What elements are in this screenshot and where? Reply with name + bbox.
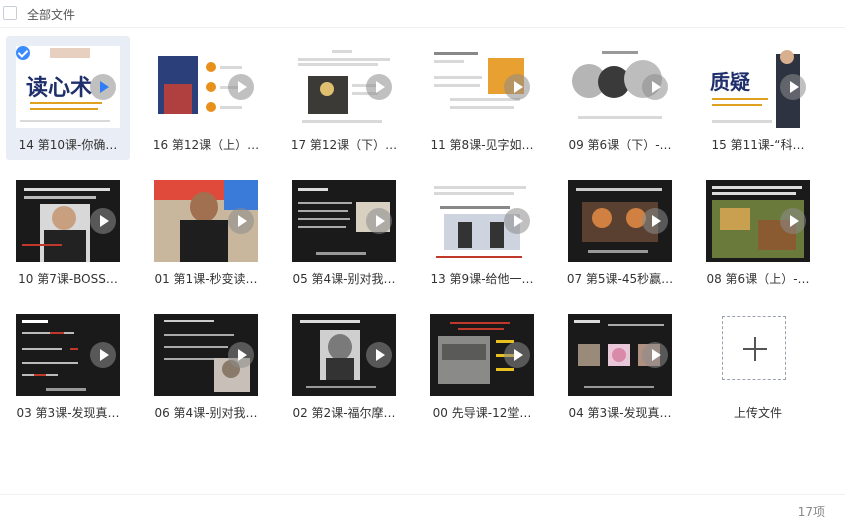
play-icon [90,74,116,100]
thumbnail-title-art: 质疑 [710,70,750,94]
video-file-item[interactable]: 17 第12课（下）… [282,36,406,160]
file-name: 15 第11课-“科… [711,138,805,152]
video-file-item[interactable]: 质疑 15 第11课-“科… [696,36,820,160]
upload-label: 上传文件 [733,406,782,420]
video-thumbnail [292,46,396,128]
video-file-item[interactable]: 11 第8课-见字如… [420,36,544,160]
video-file-item[interactable]: 13 第9课-给他一… [420,170,544,294]
play-icon [228,74,254,100]
status-bar: 17项 [0,494,845,519]
video-thumbnail [430,314,534,396]
play-icon [642,74,668,100]
video-file-item[interactable]: 16 第12课（上）… [144,36,268,160]
play-icon [780,208,806,234]
thumbnail-title-art: 读心术 [26,75,93,101]
video-thumbnail [706,180,810,262]
file-name: 00 先导课-12堂… [432,406,532,420]
play-icon [366,74,392,100]
select-all-checkbox[interactable] [3,6,17,20]
file-name: 16 第12课（上）… [152,138,260,152]
video-thumbnail: 读心术 [16,46,120,128]
play-icon [504,74,530,100]
video-thumbnail [430,180,534,262]
file-name: 09 第6课（下）-… [568,138,672,152]
play-icon [90,342,116,368]
video-thumbnail [568,314,672,396]
video-file-item[interactable]: 07 第5课-45秒赢… [558,170,682,294]
video-thumbnail [154,46,258,128]
upload-file-item[interactable]: 上传文件 [696,304,820,428]
upload-plus-box[interactable] [722,316,786,380]
video-file-item[interactable]: 04 第3课-发现真… [558,304,682,428]
video-file-item[interactable]: 03 第3课-发现真… [6,304,130,428]
video-thumbnail [16,180,120,262]
file-list-header: 全部文件 [0,0,845,28]
video-file-item[interactable]: 09 第6课（下）-… [558,36,682,160]
file-name: 13 第9课-给他一… [430,272,534,286]
video-thumbnail [292,314,396,396]
file-name: 14 第10课-你确… [18,138,118,152]
file-name: 03 第3课-发现真… [16,406,120,420]
play-icon [642,342,668,368]
video-thumbnail [568,46,672,128]
file-name: 05 第4课-别对我… [292,272,396,286]
play-icon [90,208,116,234]
play-icon [228,342,254,368]
video-thumbnail [292,180,396,262]
video-file-item[interactable]: 02 第2课-福尔摩… [282,304,406,428]
video-file-item[interactable]: 读心术 14 第10课-你确… [6,36,130,160]
file-name: 11 第8课-见字如… [430,138,534,152]
play-icon [642,208,668,234]
video-file-item[interactable]: 05 第4课-别对我… [282,170,406,294]
selected-check-icon[interactable] [16,46,30,60]
file-name: 04 第3课-发现真… [568,406,672,420]
play-icon [504,208,530,234]
item-count: 17项 [797,505,825,519]
video-thumbnail [154,180,258,262]
file-name: 07 第5课-45秒赢… [566,272,674,286]
play-icon [780,74,806,100]
file-name: 06 第4课-别对我… [154,406,258,420]
play-icon [228,208,254,234]
video-thumbnail [430,46,534,128]
file-name: 08 第6课（上）-… [706,272,810,286]
video-thumbnail [16,314,120,396]
file-name: 10 第7课-BOSS… [18,272,118,286]
video-thumbnail [154,314,258,396]
video-file-item[interactable]: 08 第6课（上）-… [696,170,820,294]
play-icon [366,208,392,234]
video-file-item[interactable]: 00 先导课-12堂… [420,304,544,428]
video-file-item[interactable]: 06 第4课-别对我… [144,304,268,428]
video-thumbnail: 质疑 [706,46,810,128]
play-icon [366,342,392,368]
play-icon [504,342,530,368]
file-name: 01 第1课-秒变读… [154,272,258,286]
video-file-item[interactable]: 10 第7课-BOSS… [6,170,130,294]
file-name: 02 第2课-福尔摩… [292,406,396,420]
breadcrumb-all-files[interactable]: 全部文件 [27,6,75,23]
video-thumbnail [568,180,672,262]
file-name: 17 第12课（下）… [290,138,398,152]
video-file-item[interactable]: 01 第1课-秒变读… [144,170,268,294]
